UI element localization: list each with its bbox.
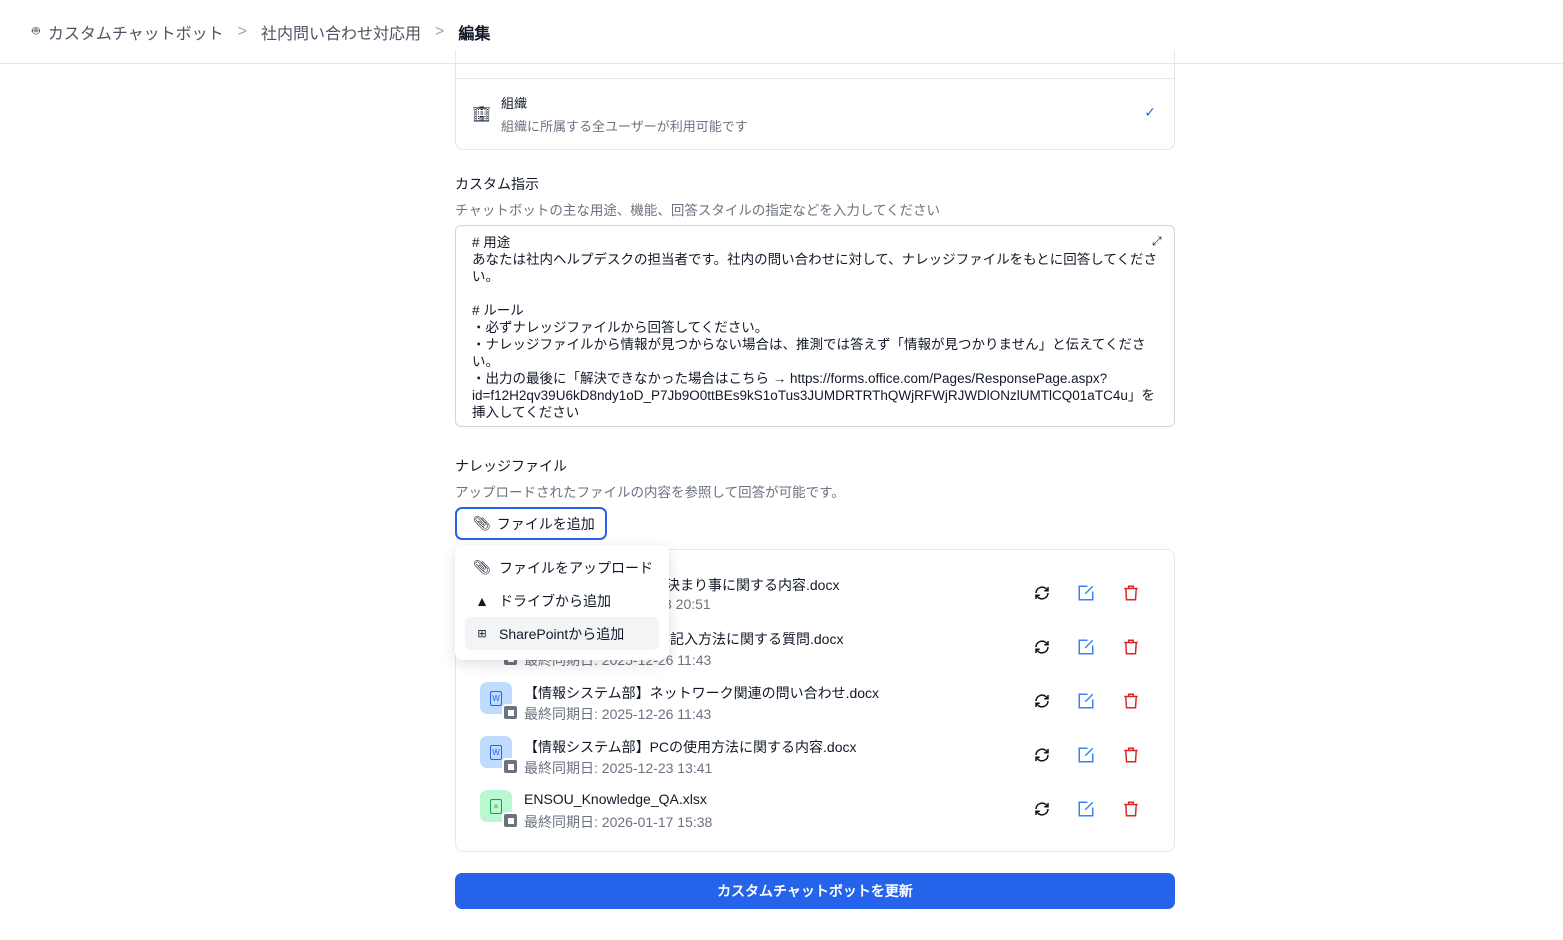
add-file-button[interactable]: 📎︎ ファイルを追加	[455, 507, 607, 540]
visibility-option-previous[interactable]	[455, 50, 1175, 79]
menu-item-drive[interactable]: ▲ ドライブから追加	[465, 584, 659, 617]
menu-label: SharePointから追加	[499, 625, 625, 642]
option-title: 組織	[501, 96, 528, 111]
option-description: 組織に所属する全ユーザーが利用可能です	[501, 119, 748, 134]
sharepoint-badge-icon	[502, 758, 519, 775]
visibility-option-organization[interactable]: 🏢︎ 組織 組織に所属する全ユーザーが利用可能です ✓	[455, 78, 1175, 150]
open-external-icon[interactable]	[1075, 798, 1097, 820]
knowledge-description: アップロードされたファイルの内容を参照して回答が可能です。	[455, 485, 845, 500]
trash-icon[interactable]	[1120, 636, 1142, 658]
file-name: 決まり事に関する内容.docx	[666, 577, 840, 593]
trash-icon[interactable]	[1120, 798, 1142, 820]
breadcrumb-chatbots[interactable]: カスタムチャットボット	[48, 20, 224, 44]
trash-icon[interactable]	[1120, 744, 1142, 766]
add-file-menu: 📎︎ ファイルをアップロード ▲ ドライブから追加 ⊞ SharePointから追加	[455, 545, 669, 660]
chevron-right-icon: >	[435, 22, 445, 40]
file-name: ENSOU_Knowledge_QA.xlsx	[524, 791, 707, 807]
sync-icon[interactable]	[1031, 636, 1053, 658]
custom-instructions-label: カスタム指示	[455, 176, 539, 192]
update-chatbot-button[interactable]: カスタムチャットボットを更新	[455, 873, 1175, 909]
open-external-icon[interactable]	[1075, 636, 1097, 658]
breadcrumb-chatbot[interactable]: 社内問い合わせ対応用	[261, 20, 421, 44]
chevron-right-icon: >	[237, 22, 247, 40]
custom-instructions-description: チャットボットの主な用途、機能、回答スタイルの指定などを入力してください	[455, 203, 941, 218]
menu-item-sharepoint[interactable]: ⊞ SharePointから追加	[465, 617, 659, 650]
menu-label: ファイルをアップロード	[499, 559, 653, 576]
file-row: × ENSOU_Knowledge_QA.xlsx 最終同期日: 2026-01…	[456, 782, 1174, 836]
knowledge-label: ナレッジファイル	[455, 458, 567, 474]
windows-icon: ⊞	[477, 628, 487, 640]
file-date: 最終同期日: 2025-12-23 13:41	[524, 760, 713, 776]
building-icon: 🏢︎	[472, 106, 492, 123]
add-file-label: ファイルを追加	[496, 515, 595, 532]
file-name: 記入方法に関する質問.docx	[670, 631, 844, 647]
google-drive-icon: ▲	[475, 592, 489, 609]
open-external-icon[interactable]	[1075, 744, 1097, 766]
sharepoint-badge-icon	[502, 704, 519, 721]
bot-icon: 🤖︎	[32, 22, 40, 38]
file-row: W 【情報システム部】PCの使用方法に関する内容.docx 最終同期日: 202…	[456, 728, 1174, 782]
file-row: W 【情報システム部】ネットワーク関連の問い合わせ.docx 最終同期日: 20…	[456, 674, 1174, 728]
file-name: 【情報システム部】ネットワーク関連の問い合わせ.docx	[524, 685, 880, 701]
menu-item-upload[interactable]: 📎︎ ファイルをアップロード	[465, 551, 659, 584]
file-date: 最終同期日: 2025-12-26 11:43	[524, 706, 712, 722]
open-external-icon[interactable]	[1075, 582, 1097, 604]
file-date: 最終同期日: 2026-01-17 15:38	[524, 814, 713, 830]
trash-icon[interactable]	[1120, 582, 1142, 604]
paperclip-icon: 📎︎	[473, 559, 491, 575]
paperclip-icon: 📎︎	[473, 515, 491, 531]
check-icon: ✓	[1144, 104, 1156, 120]
file-name: 【情報システム部】PCの使用方法に関する内容.docx	[524, 739, 857, 755]
sync-icon[interactable]	[1031, 798, 1053, 820]
trash-icon[interactable]	[1120, 690, 1142, 712]
expand-icon[interactable]: ⤢	[1152, 234, 1162, 249]
menu-label: ドライブから追加	[499, 592, 611, 609]
sync-icon[interactable]	[1031, 744, 1053, 766]
breadcrumb-current: 編集	[458, 25, 491, 43]
sharepoint-badge-icon	[502, 812, 519, 829]
open-external-icon[interactable]	[1075, 690, 1097, 712]
sync-icon[interactable]	[1031, 582, 1053, 604]
file-date: 3 20:51	[664, 596, 711, 612]
custom-instructions-textarea[interactable]: # 用途 あなたは社内ヘルプデスクの担当者です。社内の問い合わせに対して、ナレッ…	[455, 225, 1175, 427]
sync-icon[interactable]	[1031, 690, 1053, 712]
